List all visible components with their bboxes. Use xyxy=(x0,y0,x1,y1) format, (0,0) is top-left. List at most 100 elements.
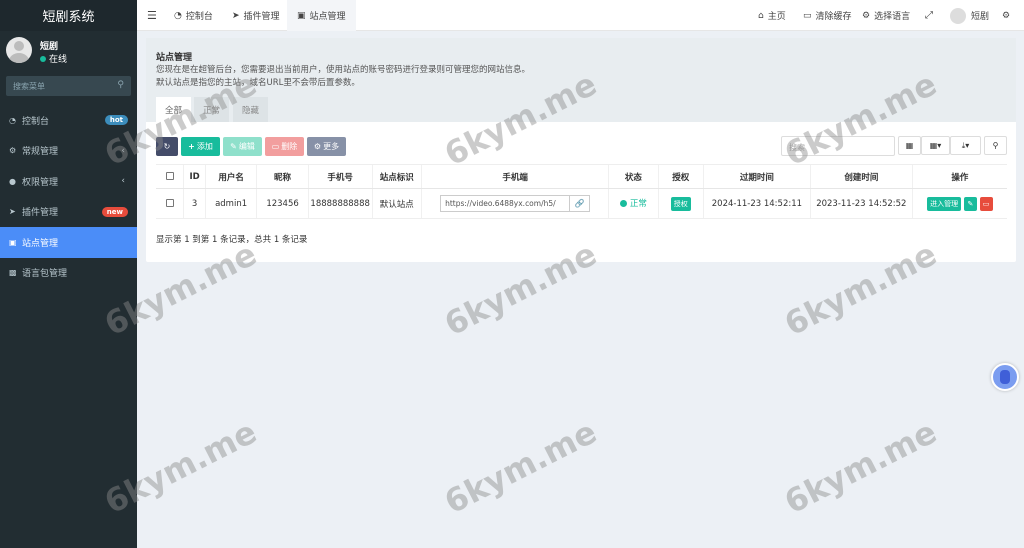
tab-plugins[interactable]: ➤ 插件管理 xyxy=(232,0,280,31)
fullscreen-icon[interactable]: ⤢ xyxy=(925,0,933,31)
user-status: 在线 xyxy=(40,52,67,65)
table-header-row: ID 用户名 昵称 手机号 站点标识 手机端 状态 授权 过期时间 创建时间 操… xyxy=(156,164,1007,189)
search-icon: ⚲ xyxy=(992,141,999,150)
col-created[interactable]: 创建时间 xyxy=(809,164,913,189)
columns-button[interactable]: ▦▾ xyxy=(921,136,950,155)
panel-header: 站点管理 您现在是在超管后台，您需要退出当前用户，使用站点的账号密码进行登录则可… xyxy=(146,38,1016,122)
new-badge: new xyxy=(101,206,128,217)
link-icon[interactable]: 🔗 xyxy=(570,195,591,212)
sidebar-item-plugins[interactable]: ➤ 插件管理 new xyxy=(0,197,137,228)
user-panel: 短剧 在线 xyxy=(0,31,137,69)
delete-button[interactable]: ▭ 删除 xyxy=(265,137,304,156)
sidebar-item-label: 控制台 xyxy=(22,116,50,127)
sidebar-menu: ◔ 控制台 hot ⚙ 常规管理 ‹ ● 权限管理 ‹ ➤ 插件管理 new ▣… xyxy=(0,105,137,288)
app-title[interactable]: 短剧系统 xyxy=(0,0,137,31)
row-delete-button[interactable]: ▭ xyxy=(979,196,993,211)
more-button[interactable]: ⚙ 更多 xyxy=(307,137,346,156)
search-icon[interactable]: ⚲ xyxy=(117,80,124,90)
cell-phone: 18888888888 xyxy=(307,188,373,219)
tab-normal[interactable]: 正常 xyxy=(194,97,230,122)
sidebar-item-permission[interactable]: ● 权限管理 ‹ xyxy=(0,166,137,197)
menu-search-input[interactable]: 搜索菜单 ⚲ xyxy=(6,76,131,96)
col-mobile[interactable]: 手机端 xyxy=(420,164,609,189)
table-icon: ▦ xyxy=(905,141,914,150)
trash-icon: ▭ xyxy=(982,199,990,208)
cell-username: admin1 xyxy=(204,188,257,219)
refresh-button[interactable]: ↻ xyxy=(156,137,178,156)
edit-button[interactable]: ✎ 编辑 xyxy=(223,137,262,156)
settings-icon[interactable]: ⚙ xyxy=(1002,0,1010,31)
cogs-icon: ⚙ xyxy=(9,146,17,156)
table-row: 3 admin1 123456 18888888888 默认站点 https:/… xyxy=(156,188,1007,219)
col-nickname[interactable]: 昵称 xyxy=(256,164,309,189)
site-table: ID 用户名 昵称 手机号 站点标识 手机端 状态 授权 过期时间 创建时间 操… xyxy=(156,164,1007,219)
sidebar-item-dashboard[interactable]: ◔ 控制台 hot xyxy=(0,105,137,136)
tab-all[interactable]: 全部 xyxy=(156,97,192,122)
status-badge[interactable]: 正常 xyxy=(619,197,647,209)
col-auth[interactable]: 授权 xyxy=(657,164,704,189)
col-site-tag[interactable]: 站点标识 xyxy=(371,164,422,189)
plus-icon: + xyxy=(188,142,195,151)
sidebar-item-label: 语言包管理 xyxy=(22,269,68,280)
tab-hidden[interactable]: 隐藏 xyxy=(233,97,269,122)
row-edit-button[interactable]: ✎ xyxy=(963,196,977,211)
group-icon: ● xyxy=(9,176,16,186)
menu-search-placeholder: 搜索菜单 xyxy=(13,82,45,91)
tab-sites[interactable]: ▣ 站点管理 xyxy=(287,0,356,31)
tab-dashboard[interactable]: ◔ 控制台 xyxy=(174,0,213,31)
mobile-url-input[interactable]: https://video.6488yx.com/h5/ xyxy=(440,195,571,212)
row-checkbox[interactable] xyxy=(156,188,184,219)
mobile-url-group: https://video.6488yx.com/h5/ 🔗 xyxy=(440,195,591,212)
cell-nickname: 123456 xyxy=(256,188,309,219)
page-description: 您现在是在超管后台，您需要退出当前用户，使用站点的账号密码进行登录则可管理您的网… xyxy=(156,65,531,75)
toggle-view-button[interactable]: ▦ xyxy=(898,136,921,155)
home-link[interactable]: ⌂ 主页 xyxy=(758,0,786,31)
sidebar-item-language[interactable]: ▩ 语言包管理 xyxy=(0,258,137,289)
col-expire[interactable]: 过期时间 xyxy=(702,164,811,189)
floating-assistant-button[interactable] xyxy=(991,363,1019,391)
select-all-checkbox[interactable] xyxy=(156,164,184,189)
auth-badge[interactable]: 授权 xyxy=(670,196,691,211)
enter-manage-button[interactable]: 进入管理 xyxy=(927,196,962,211)
sidebar-item-label: 站点管理 xyxy=(22,238,59,249)
language-select[interactable]: ⚙ 选择语言 xyxy=(862,0,910,31)
watermark: 6kym.me xyxy=(438,412,603,522)
home-icon: ⌂ xyxy=(758,10,764,21)
trash-icon: ▭ xyxy=(271,142,280,151)
status-dot-icon xyxy=(619,199,627,207)
bank-icon: ▣ xyxy=(297,10,306,21)
col-status[interactable]: 状态 xyxy=(608,164,659,189)
cell-status: 正常 xyxy=(608,188,659,219)
page-title: 站点管理 xyxy=(156,53,193,63)
chevron-left-icon: ‹ xyxy=(121,176,125,187)
rocket-icon: ➤ xyxy=(9,207,16,217)
col-username[interactable]: 用户名 xyxy=(204,164,257,189)
page-description-2: 默认站点是指您的主站，域名URL里不会带后置参数。 xyxy=(156,78,360,88)
download-icon: ⤓▾ xyxy=(961,140,970,150)
sidebar-item-general[interactable]: ⚙ 常规管理 ‹ xyxy=(0,136,137,167)
dashboard-icon: ◔ xyxy=(174,10,182,21)
grid-icon: ▦▾ xyxy=(929,141,942,150)
clear-cache-button[interactable]: ▭ 清除缓存 xyxy=(803,0,852,31)
trash-icon: ▭ xyxy=(803,10,812,21)
assistant-icon xyxy=(1000,370,1010,384)
dashboard-icon: ◔ xyxy=(9,115,16,125)
user-menu[interactable]: 短剧 xyxy=(950,0,989,31)
common-search-button[interactable]: ⚲ xyxy=(984,136,1007,155)
pagination-info: 显示第 1 到第 1 条记录，总共 1 条记录 xyxy=(156,235,308,245)
cell-id: 3 xyxy=(183,188,206,219)
menu-toggle-icon[interactable]: ☰ xyxy=(147,0,157,31)
col-phone[interactable]: 手机号 xyxy=(307,164,373,189)
sidebar-item-sites[interactable]: ▣ 站点管理 xyxy=(0,227,137,258)
user-name: 短剧 xyxy=(40,42,59,52)
cell-expire: 2024-11-23 14:52:11 xyxy=(702,188,811,219)
add-button[interactable]: + 添加 xyxy=(181,137,220,156)
cell-site-tag: 默认站点 xyxy=(371,188,422,219)
export-button[interactable]: ⤓▾ xyxy=(950,136,981,155)
watermark: 6kym.me xyxy=(778,412,943,522)
pencil-icon: ✎ xyxy=(967,199,974,208)
table-search-input[interactable]: 搜索 xyxy=(781,136,895,156)
refresh-icon: ↻ xyxy=(163,142,171,151)
col-id[interactable]: ID xyxy=(183,164,206,189)
col-actions: 操作 xyxy=(911,164,1007,189)
